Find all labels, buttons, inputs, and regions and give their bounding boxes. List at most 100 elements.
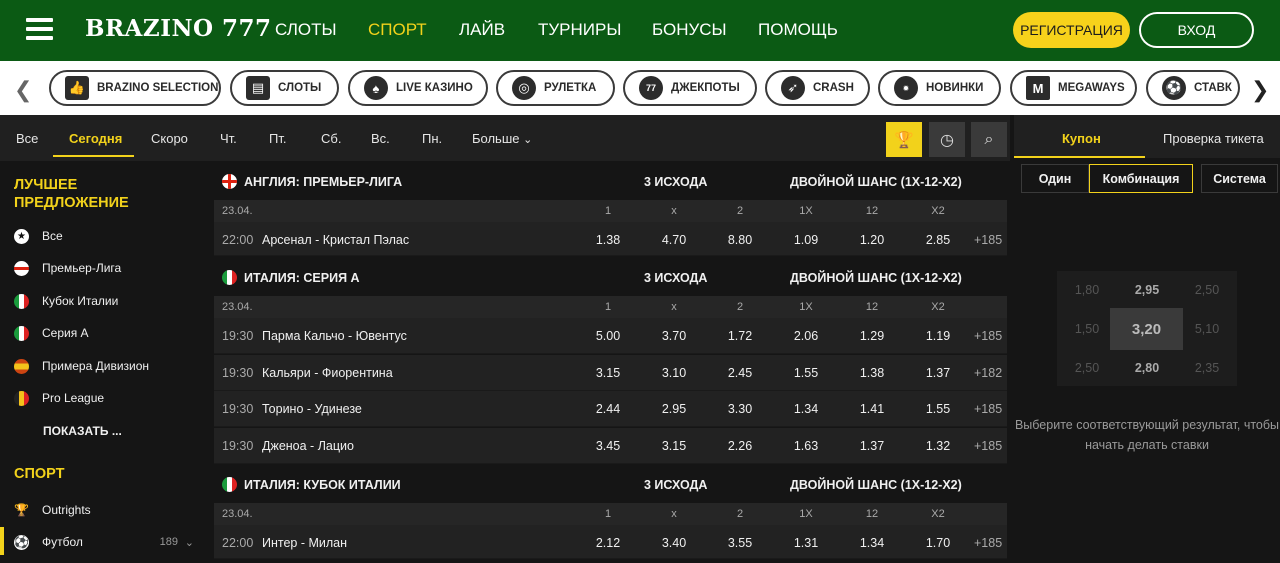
- odds-button[interactable]: 2.26: [717, 439, 763, 453]
- match-row[interactable]: 22:00 Арсенал - Кристал Пэлас 1.38 4.70 8.80…: [214, 222, 1007, 256]
- category-roulette[interactable]: ◎ РУЛЕТКА: [496, 70, 615, 106]
- category-crash[interactable]: ➶ CRASH: [765, 70, 870, 106]
- odds-button[interactable]: 1.37: [849, 439, 895, 453]
- league-header[interactable]: АНГЛИЯ: ПРЕМЬЕР-ЛИГА 3 ИСХОДА ДВОЙНОЙ ШАНС…: [214, 164, 1007, 200]
- register-button[interactable]: РЕГИСТРАЦИЯ: [1013, 12, 1130, 48]
- odds-button[interactable]: 1.38: [849, 366, 895, 380]
- odds-button[interactable]: 1.37: [915, 366, 961, 380]
- category-jackpots[interactable]: 77 ДЖЕКПОТЫ: [623, 70, 757, 106]
- menu-icon[interactable]: [26, 18, 53, 40]
- match-teams[interactable]: Кальяри - Фиорентина: [262, 366, 393, 380]
- odds-button[interactable]: 3.45: [585, 439, 631, 453]
- match-teams[interactable]: Торино - Удинезе: [262, 402, 362, 416]
- match-teams[interactable]: Парма Кальчо - Ювентус: [262, 329, 407, 343]
- sidebar-item-football[interactable]: ⚽ Футбол 189 ⌄: [14, 530, 204, 554]
- tab-check-ticket[interactable]: Проверка тикета: [1163, 131, 1264, 146]
- odds-button[interactable]: 1.38: [585, 233, 631, 247]
- login-button[interactable]: ВХОД: [1139, 12, 1254, 48]
- odds-button[interactable]: 3.40: [651, 536, 697, 550]
- trophy-icon[interactable]: 🏆: [886, 122, 922, 157]
- tab-sun[interactable]: Вс.: [371, 131, 390, 146]
- tab-all[interactable]: Все: [16, 131, 38, 146]
- odds-button[interactable]: 3.30: [717, 402, 763, 416]
- odds-button[interactable]: 3.70: [651, 329, 697, 343]
- odds-button[interactable]: 1.55: [783, 366, 829, 380]
- tab-thu[interactable]: Чт.: [220, 131, 237, 146]
- more-markets-link[interactable]: +182: [974, 366, 1002, 380]
- odds-button[interactable]: 1.09: [783, 233, 829, 247]
- odds-button[interactable]: 3.15: [585, 366, 631, 380]
- nav-tournaments[interactable]: ТУРНИРЫ: [538, 20, 621, 40]
- odds-button[interactable]: 8.80: [717, 233, 763, 247]
- tab-sat[interactable]: Сб.: [321, 131, 341, 146]
- tab-mon[interactable]: Пн.: [422, 131, 442, 146]
- tab-more[interactable]: Больше ⌄: [472, 131, 532, 146]
- odds-button[interactable]: 1.31: [783, 536, 829, 550]
- match-row[interactable]: 19:30 Кальяри - Фиорентина 3.15 3.10 2.45 1.5…: [214, 354, 1007, 391]
- sidebar-item-outrights[interactable]: 🏆 Outrights: [14, 498, 204, 522]
- more-markets-link[interactable]: +185: [974, 536, 1002, 550]
- more-markets-link[interactable]: +185: [974, 402, 1002, 416]
- bet-type-single[interactable]: Один: [1021, 164, 1089, 193]
- match-row[interactable]: 22:00 Интер - Милан 2.12 3.40 3.55 1.31 1.34 1.…: [214, 525, 1007, 559]
- odds-button[interactable]: 3.55: [717, 536, 763, 550]
- category-slots[interactable]: ▤ СЛОТЫ: [230, 70, 339, 106]
- odds-button[interactable]: 1.20: [849, 233, 895, 247]
- category-brazino-selection[interactable]: 👍 BRAZINO SELECTION: [49, 70, 221, 106]
- category-new[interactable]: ✹ НОВИНКИ: [878, 70, 1001, 106]
- odds-button[interactable]: 2.45: [717, 366, 763, 380]
- odds-button[interactable]: 2.44: [585, 402, 631, 416]
- nav-bonuses[interactable]: БОНУСЫ: [652, 20, 727, 40]
- nav-help[interactable]: ПОМОЩЬ: [758, 20, 838, 40]
- odds-button[interactable]: 1.29: [849, 329, 895, 343]
- odds-button[interactable]: 1.19: [915, 329, 961, 343]
- sidebar-item-pro-league[interactable]: Pro League: [14, 386, 204, 410]
- more-markets-link[interactable]: +185: [974, 233, 1002, 247]
- category-bets[interactable]: ⚽ СТАВК: [1146, 70, 1240, 106]
- clock-icon[interactable]: ◷: [929, 122, 965, 157]
- bet-type-combination[interactable]: Комбинация: [1089, 164, 1193, 193]
- odds-button[interactable]: 3.15: [651, 439, 697, 453]
- odds-button[interactable]: 2.95: [651, 402, 697, 416]
- tab-soon[interactable]: Скоро: [151, 131, 188, 146]
- odds-button[interactable]: 1.34: [783, 402, 829, 416]
- match-teams[interactable]: Арсенал - Кристал Пэлас: [262, 233, 409, 247]
- odds-button[interactable]: 3.10: [651, 366, 697, 380]
- odds-button[interactable]: 2.85: [915, 233, 961, 247]
- odds-button[interactable]: 1.63: [783, 439, 829, 453]
- odds-button[interactable]: 4.70: [651, 233, 697, 247]
- nav-live[interactable]: ЛАЙВ: [459, 20, 505, 40]
- odds-button[interactable]: 1.55: [915, 402, 961, 416]
- chevron-right-icon[interactable]: ❯: [1251, 77, 1269, 103]
- nav-slots[interactable]: СЛОТЫ: [275, 20, 337, 40]
- more-markets-link[interactable]: +185: [974, 439, 1002, 453]
- odds-button[interactable]: 1.41: [849, 402, 895, 416]
- sidebar-item-coppa-italia[interactable]: Кубок Италии: [14, 289, 204, 313]
- more-markets-link[interactable]: +185: [974, 329, 1002, 343]
- tab-today[interactable]: Сегодня: [69, 131, 122, 146]
- match-teams[interactable]: Дженоа - Лацио: [262, 439, 354, 453]
- chevron-left-icon[interactable]: ❮: [14, 77, 32, 103]
- sidebar-item-all[interactable]: ★ Все: [14, 224, 204, 248]
- match-row[interactable]: 19:30 Дженоа - Лацио 3.45 3.15 2.26 1.63 1.37 1…: [214, 427, 1007, 464]
- search-icon[interactable]: ⌕: [971, 122, 1007, 157]
- brand-logo[interactable]: BRAZINO 777: [85, 15, 272, 42]
- bet-type-system[interactable]: Система: [1201, 164, 1278, 193]
- odds-button[interactable]: 1.70: [915, 536, 961, 550]
- match-row[interactable]: 19:30 Парма Кальчо - Ювентус 5.00 3.70 1.72 2…: [214, 318, 1007, 354]
- odds-button[interactable]: 1.32: [915, 439, 961, 453]
- nav-sport[interactable]: СПОРТ: [368, 20, 427, 40]
- league-header[interactable]: ИТАЛИЯ: СЕРИЯ А 3 ИСХОДА ДВОЙНОЙ ШАНС (1Х-…: [214, 260, 1007, 296]
- odds-button[interactable]: 1.72: [717, 329, 763, 343]
- category-live-casino[interactable]: ♠ LIVE КАЗИНО: [348, 70, 488, 106]
- sidebar-show-more[interactable]: ПОКАЗАТЬ ...: [43, 419, 233, 443]
- sidebar-item-la-liga[interactable]: Примера Дивизион: [14, 354, 204, 378]
- league-header[interactable]: ИТАЛИЯ: КУБОК ИТАЛИИ 3 ИСХОДА ДВОЙНОЙ ШАНС…: [214, 467, 1007, 503]
- tab-coupon[interactable]: Купон: [1062, 131, 1101, 146]
- match-teams[interactable]: Интер - Милан: [262, 536, 347, 550]
- odds-button[interactable]: 5.00: [585, 329, 631, 343]
- odds-button[interactable]: 2.12: [585, 536, 631, 550]
- match-row[interactable]: 19:30 Торино - Удинезе 2.44 2.95 3.30 1.34 1.4…: [214, 391, 1007, 427]
- odds-button[interactable]: 2.06: [783, 329, 829, 343]
- chevron-down-icon[interactable]: ⌄: [185, 536, 194, 549]
